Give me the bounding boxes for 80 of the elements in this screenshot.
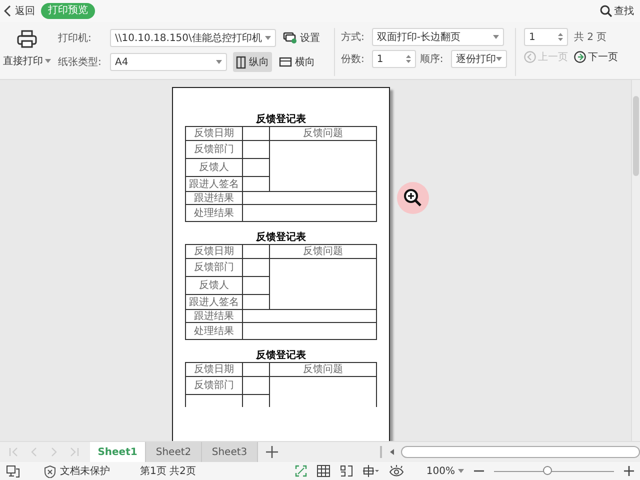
page-layout-icon[interactable] [363, 465, 380, 477]
table-cell: 反馈问题 [270, 362, 376, 376]
caret-icon [496, 57, 502, 61]
landscape-page-icon [279, 57, 292, 67]
table-cell: 反馈日期 [186, 126, 242, 140]
caret-icon [492, 35, 499, 39]
vertical-scrollbar[interactable] [631, 80, 640, 441]
form-title: 反馈登记表 [254, 232, 307, 244]
field-label: 顺序: [420, 52, 444, 66]
table-cell [242, 140, 270, 158]
find-button[interactable]: 查找 [600, 4, 634, 18]
table-cell: 反馈日期 [186, 244, 242, 258]
printer-dropdown[interactable]: \\10.10.18.150\佳能总控打印机 [110, 29, 276, 47]
table-cell: 处理结果 [186, 322, 242, 340]
table-cell [242, 362, 270, 376]
form-title: 反馈登记表 [254, 114, 307, 126]
table-cell: 跟进人签名 [186, 294, 242, 310]
search-icon [600, 5, 612, 17]
duplex-dropdown[interactable]: 双面打印-长边翻页 [372, 28, 504, 46]
number-field[interactable]: 1 [524, 28, 568, 46]
table-cell: 反馈部门 [186, 376, 242, 394]
monitor-icon [6, 464, 20, 478]
scroll-left-icon [390, 449, 395, 455]
table-cell: 反馈问题 [270, 126, 376, 140]
field-label: 打印机: [58, 32, 92, 45]
sheet-tab[interactable]: Sheet2 [146, 442, 202, 462]
caret-icon [45, 59, 51, 63]
field-label: 份数: [341, 53, 366, 66]
settings-icon [283, 32, 297, 44]
caret-icon [216, 60, 222, 64]
page-total: 共 2 页 [574, 30, 608, 44]
zoom-in-icon[interactable] [624, 466, 634, 476]
paper-dropdown[interactable]: A4 [110, 53, 227, 71]
page-break-icon[interactable] [340, 465, 354, 477]
settings-button[interactable]: 设置 [280, 28, 323, 48]
table-cell [242, 258, 270, 276]
fullscreen-icon[interactable] [295, 465, 308, 477]
zoom-dropdown[interactable]: 100% [426, 466, 464, 476]
table-cell: 反馈日期 [186, 362, 242, 376]
horizontal-scrollbar[interactable] [380, 446, 640, 458]
table-cell: 跟进结果 [186, 310, 242, 322]
next-page-button[interactable]: 下一页 [574, 50, 618, 64]
table-cell: 反馈部门 [186, 258, 242, 276]
table-cell: 处理结果 [186, 204, 242, 222]
orientation-button[interactable]: 纵向 [233, 52, 272, 72]
slider-thumb[interactable] [543, 466, 552, 475]
number-field[interactable]: 1 [372, 50, 416, 68]
table-cell [242, 126, 270, 140]
chevron-left-icon [4, 5, 11, 17]
table-cell [242, 376, 270, 394]
grid-view-icon[interactable] [317, 465, 330, 477]
field-label: 纸张类型: [58, 56, 102, 69]
add-sheet-icon[interactable] [266, 446, 278, 458]
caret-icon [458, 469, 464, 473]
shield-icon [44, 464, 56, 478]
printer-icon [17, 30, 37, 48]
back-button[interactable]: 返回 [4, 4, 35, 18]
mode-badge: 打印预览 [41, 3, 95, 19]
table-cell: 反馈人 [186, 158, 242, 176]
stepper-arrows-icon [558, 32, 563, 42]
eye-icon[interactable] [389, 465, 404, 477]
caret-icon [265, 36, 271, 40]
table-cell: 反馈问题 [270, 244, 376, 258]
table-cell: 跟进人签名 [186, 176, 242, 192]
stepper-arrows-icon [406, 54, 411, 64]
table-cell: 跟进结果 [186, 192, 242, 204]
table-cell: 反馈部门 [186, 140, 242, 158]
page-info: 第1页 共2页 [140, 464, 196, 478]
arrow-right-icon [574, 51, 586, 63]
protection-status: 文档未保护 [60, 464, 110, 478]
order-dropdown[interactable]: 逐份打印 [451, 50, 508, 68]
table-cell: 反馈人 [186, 276, 242, 294]
orientation-button[interactable]: 横向 [276, 52, 318, 72]
table-cell [242, 244, 270, 258]
portrait-page-icon [236, 56, 246, 68]
zoom-cursor-icon [396, 181, 430, 215]
field-label: 方式: [341, 30, 366, 44]
sheet-tab[interactable]: Sheet3 [202, 442, 258, 462]
arrow-left-icon [524, 51, 536, 63]
print-button[interactable]: 直接打印 [0, 28, 54, 68]
